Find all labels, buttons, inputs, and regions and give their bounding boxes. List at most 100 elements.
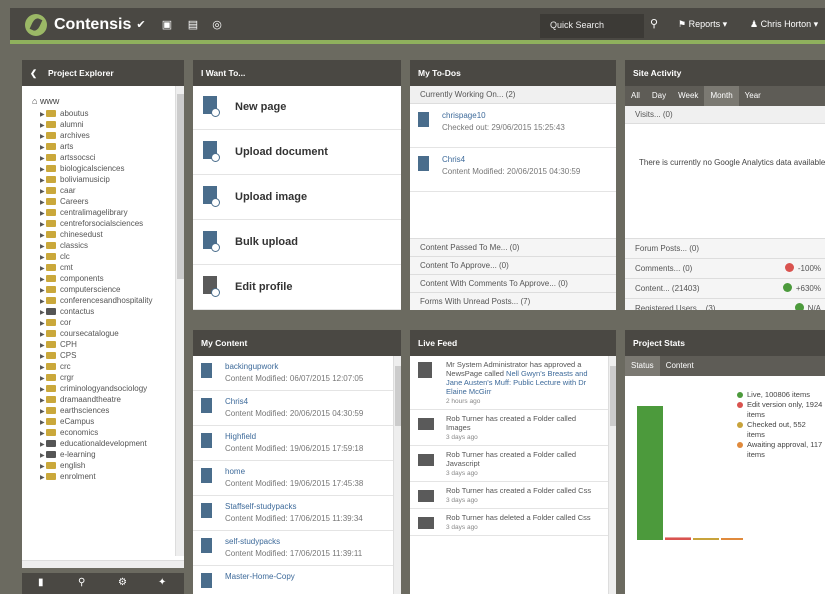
tree-node[interactable]: ▶ crgr — [32, 372, 184, 383]
tree-node[interactable]: ▶ criminologyandsociology — [32, 383, 184, 394]
tree-node[interactable]: ▶ aboutus — [32, 108, 184, 119]
tree-node[interactable]: ▶ earthsciences — [32, 405, 184, 416]
explorer-horizontal-scrollbar[interactable] — [22, 560, 184, 568]
tree-node[interactable]: ▶ enrolment — [32, 471, 184, 482]
todo-row[interactable]: Content Passed To Me... (0) — [410, 238, 616, 256]
tree-node[interactable]: ▶ arts — [32, 141, 184, 152]
i-want-item[interactable]: Upload image — [193, 176, 401, 220]
todo-item-name[interactable]: Chris4 — [442, 155, 616, 164]
my-content-scrollbar[interactable] — [393, 356, 401, 594]
todo-row[interactable]: Content With Comments To Approve... (0) — [410, 274, 616, 292]
i-want-item[interactable]: Bulk upload — [193, 221, 401, 265]
folder-icon — [46, 154, 56, 161]
gear-icon[interactable]: ⚙ — [118, 577, 127, 588]
content-item[interactable]: Staffself-studypacks Content Modified: 17… — [193, 496, 401, 531]
tree-node[interactable]: ▶ educationaldevelopment — [32, 438, 184, 449]
todo-row[interactable]: Forms With Unread Posts... (7) — [410, 292, 616, 310]
activity-row[interactable]: Content... (21403) +630% — [625, 278, 825, 298]
tree-node[interactable]: ▶ e-learning — [32, 449, 184, 460]
content-item[interactable]: home Content Modified: 19/06/2015 17:45:3… — [193, 461, 401, 496]
tree-node[interactable]: ▶ biologicalsciences — [32, 163, 184, 174]
i-want-item[interactable]: Edit profile — [193, 266, 401, 310]
tree-node-label: cor — [60, 318, 72, 327]
todo-item[interactable]: chrispage10 Checked out: 29/06/2015 15:25… — [410, 104, 616, 148]
i-want-item[interactable]: Upload document — [193, 131, 401, 175]
tree-node[interactable]: ▶ dramaandtheatre — [32, 394, 184, 405]
tree-node[interactable]: ▶ archives — [32, 130, 184, 141]
content-item[interactable]: self-studypacks Content Modified: 17/06/2… — [193, 531, 401, 566]
tree-node[interactable]: ▶ artssocsci — [32, 152, 184, 163]
search-icon[interactable]: ⚲ — [78, 577, 85, 588]
tab-all[interactable]: All — [625, 86, 646, 106]
quick-search-input[interactable]: Quick Search — [540, 14, 644, 38]
feed-item[interactable]: Mr System Administrator has approved a N… — [410, 356, 616, 410]
folder-icon[interactable]: ▮ — [38, 577, 44, 588]
content-item[interactable]: backingupwork Content Modified: 06/07/201… — [193, 356, 401, 391]
check-icon[interactable]: ✔ — [134, 18, 148, 32]
tree-node[interactable]: ▶ contactus — [32, 306, 184, 317]
visits-row[interactable]: Visits... (0) — [625, 106, 825, 124]
tree-node[interactable]: ▶ CPH — [32, 339, 184, 350]
content-item-name[interactable]: Master-Home-Copy — [225, 572, 401, 581]
tab-month[interactable]: Month — [704, 86, 739, 106]
tree-node[interactable]: ▶ caar — [32, 185, 184, 196]
tree-node[interactable]: ▶ cmt — [32, 262, 184, 273]
content-item-name[interactable]: Staffself-studypacks — [225, 502, 401, 511]
activity-row[interactable]: Forum Posts... (0) — [625, 238, 825, 258]
tab-status[interactable]: Status — [625, 356, 660, 376]
content-item[interactable]: Highfield Content Modified: 19/06/2015 17… — [193, 426, 401, 461]
i-want-item[interactable]: New page — [193, 86, 401, 130]
tree-node[interactable]: ▶ classics — [32, 240, 184, 251]
tab-week[interactable]: Week — [672, 86, 704, 106]
tree-node[interactable]: ▶ CPS — [32, 350, 184, 361]
back-icon[interactable]: ❮ — [30, 60, 37, 86]
tree-node[interactable]: ▶ conferencesandhospitality — [32, 295, 184, 306]
content-item-name[interactable]: self-studypacks — [225, 537, 401, 546]
tree-node[interactable]: ▶ clc — [32, 251, 184, 262]
todo-item-name[interactable]: chrispage10 — [442, 111, 616, 120]
tree-node[interactable]: ▶ boliviamusicip — [32, 174, 184, 185]
tree-node[interactable]: ▶ economics — [32, 427, 184, 438]
tree-node[interactable]: ▶ english — [32, 460, 184, 471]
feed-item-time: 3 days ago — [446, 524, 478, 531]
feed-item[interactable]: Rob Turner has deleted a Folder called C… — [410, 509, 616, 536]
feed-item[interactable]: Rob Turner has created a Folder called C… — [410, 482, 616, 509]
feed-item[interactable]: Rob Turner has created a Folder called J… — [410, 446, 616, 482]
content-item-name[interactable]: backingupwork — [225, 362, 401, 371]
reports-menu[interactable]: ⚑ Reports ▾ — [678, 19, 727, 30]
tree-node[interactable]: ▶ centreforsocialsciences — [32, 218, 184, 229]
content-item-name[interactable]: Highfield — [225, 432, 401, 441]
content-item-name[interactable]: Chris4 — [225, 397, 401, 406]
tools-icon[interactable]: ✦ — [158, 577, 166, 588]
image-icon[interactable]: ▣ — [160, 18, 174, 32]
content-item[interactable]: Chris4 Content Modified: 20/06/2015 04:30… — [193, 391, 401, 426]
search-icon[interactable]: ⚲ — [650, 17, 658, 30]
activity-row[interactable]: Comments... (0) -100% — [625, 258, 825, 278]
tree-node[interactable]: ▶ alumni — [32, 119, 184, 130]
activity-row[interactable]: Registered Users... (3) N/A — [625, 298, 825, 310]
tab-day[interactable]: Day — [646, 86, 672, 106]
tree-node[interactable]: ▶ crc — [32, 361, 184, 372]
settings-icon[interactable]: ◎ — [210, 18, 224, 32]
tree-node[interactable]: ▶ eCampus — [32, 416, 184, 427]
tree-node[interactable]: ▶ centralimagelibrary — [32, 207, 184, 218]
content-item-name[interactable]: home — [225, 467, 401, 476]
tab-year[interactable]: Year — [739, 86, 767, 106]
tree-node[interactable]: ▶ cor — [32, 317, 184, 328]
currently-working-on[interactable]: Currently Working On... (2) — [410, 86, 616, 104]
tree-node[interactable]: ▶ components — [32, 273, 184, 284]
user-menu[interactable]: ♟ Chris Horton ▾ — [750, 19, 818, 30]
layout-icon[interactable]: ▤ — [186, 18, 200, 32]
todo-item[interactable]: Chris4 Content Modified: 20/06/2015 04:30… — [410, 148, 616, 192]
tab-content[interactable]: Content — [660, 356, 700, 376]
explorer-scrollbar[interactable] — [175, 86, 184, 556]
todo-row[interactable]: Content To Approve... (0) — [410, 256, 616, 274]
tree-root[interactable]: ⌂ www — [32, 94, 184, 108]
tree-node[interactable]: ▶ Careers — [32, 196, 184, 207]
tree-node[interactable]: ▶ chinesedust — [32, 229, 184, 240]
tree-node[interactable]: ▶ coursecatalogue — [32, 328, 184, 339]
feed-item[interactable]: Rob Turner has created a Folder called I… — [410, 410, 616, 446]
live-feed-scrollbar[interactable] — [608, 356, 616, 594]
content-item[interactable]: Master-Home-Copy — [193, 566, 401, 594]
tree-node[interactable]: ▶ computerscience — [32, 284, 184, 295]
